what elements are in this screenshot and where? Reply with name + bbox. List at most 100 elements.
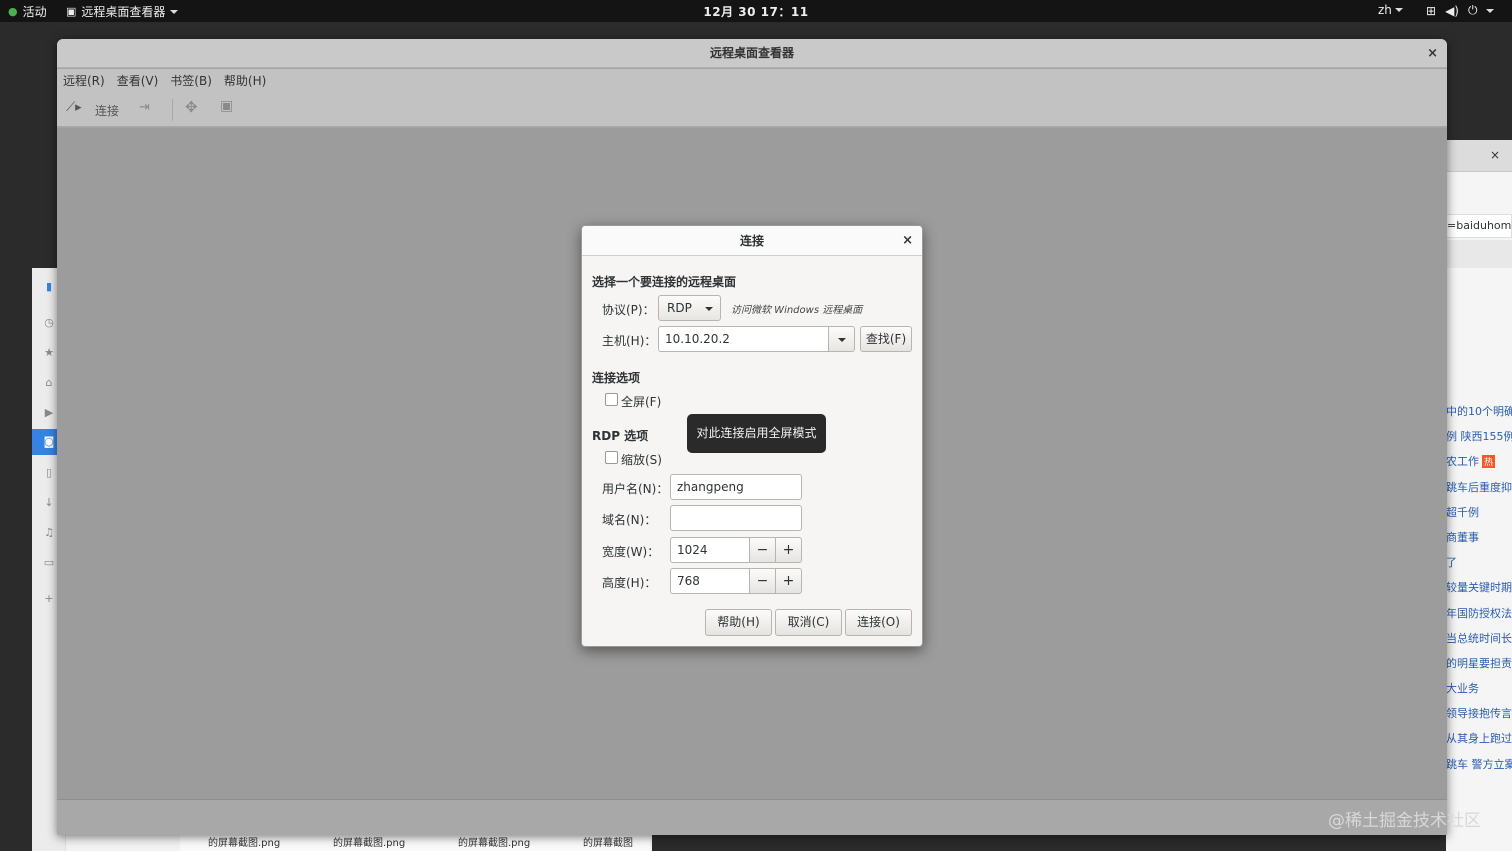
dialog-title: 连接 [739,234,764,248]
window-titlebar: 远程桌面查看器 × [57,39,1447,68]
news-list: 中的10个明确 例 陕西155例 农工作热 跳车后重度抑郁 超千例 商董事 了 … [1446,403,1512,781]
watermark: @稀土掘金技术社区 [1328,811,1481,831]
toolbar: ⟋▸ 连接 ⇥ ✥ ▣ [57,93,1447,127]
news-item[interactable]: 的明星要担责吗 [1446,655,1512,680]
chevron-down-icon [1486,8,1495,13]
news-item[interactable]: 当总统时间长 [1446,630,1512,655]
height-label: 高度(H)： [602,576,657,590]
news-item[interactable]: 较量关键时期 [1446,579,1512,604]
power-icon: ⏻ [1467,3,1478,17]
trash-icon[interactable]: ▭ [42,556,56,570]
host-label: 主机(H)： [602,334,657,348]
file-name[interactable]: 的屏幕截图.png [333,834,405,849]
cancel-button[interactable]: 取消(C) [775,609,842,636]
height-decrement-button[interactable]: − [749,568,776,594]
height-input[interactable]: 768 [670,568,750,594]
width-increment-button[interactable]: + [775,537,802,563]
app-menu[interactable]: ▣ 远程桌面查看器 [66,3,179,20]
news-item[interactable]: 例 陕西155例 [1446,428,1512,453]
rdp-options-heading: RDP 选项 [592,429,649,443]
file-name[interactable]: 的屏幕截图.png [208,834,280,849]
height-increment-button[interactable]: + [775,568,802,594]
add-location-icon[interactable]: + [42,592,56,606]
app-menu-label: 远程桌面查看器 [81,5,166,19]
menu-bar: 远程(R) 查看(V) 书签(B) 帮助(H) [57,69,1447,93]
toolbar-separator [172,99,173,121]
starred-icon[interactable]: ★ [42,346,56,360]
news-item[interactable]: 了 [1446,554,1512,579]
files-app-icon: ▮ [45,280,53,293]
menu-view[interactable]: 查看(V) [111,69,165,93]
close-icon[interactable]: × [902,226,913,256]
fullscreen-icon[interactable]: ✥ [185,98,198,116]
protocol-label: 协议(P)： [602,303,655,317]
connect-button[interactable]: 连接(O) [845,609,912,636]
chevron-down-icon [838,338,846,342]
find-button[interactable]: 查找(F) [860,326,912,352]
width-decrement-button[interactable]: − [749,537,776,563]
activities-label: 活动 [22,5,47,19]
input-language[interactable]: zh [1378,3,1403,17]
menu-bookmarks[interactable]: 书签(B) [164,69,218,93]
width-input[interactable]: 1024 [670,537,750,563]
downloads-icon[interactable]: ↓ [42,496,56,510]
network-icon: ⊞ [1426,3,1437,18]
host-input[interactable]: 10.10.20.2 [658,326,829,352]
language-label: zh [1378,3,1392,17]
news-item[interactable]: 从其身上跑过 [1446,730,1512,755]
news-item[interactable]: 农工作热 [1446,453,1512,478]
domain-label: 域名(N)： [602,513,657,527]
username-input[interactable]: zhangpeng [670,474,802,500]
scale-label[interactable]: 缩放(S) [621,451,662,468]
top-bar: ● 活动 ▣ 远程桌面查看器 12月 30 17：11 zh ⊞ ◀) ⏻ [0,0,1512,22]
browser-url-bar[interactable]: =baiduhome_ [1446,214,1512,238]
scale-checkbox[interactable] [605,451,618,464]
news-item[interactable]: 超千例 [1446,504,1512,529]
screenshot-icon[interactable]: ▣ [220,98,233,114]
browser-close-icon[interactable]: × [1490,148,1500,162]
videos-icon[interactable]: ▶ [42,406,56,420]
home-icon[interactable]: ⌂ [42,376,56,390]
browser-header: × [1446,140,1512,172]
protocol-select[interactable]: RDP [658,295,721,321]
file-name[interactable]: 的屏幕截图.png [458,834,530,849]
recent-icon[interactable]: ◷ [42,316,56,330]
window-title: 远程桌面查看器 [709,46,794,60]
file-name[interactable]: 的屏幕截图 [583,834,633,849]
toolbar-connect-label[interactable]: 连接 [95,102,119,119]
news-item[interactable]: 商董事 [1446,529,1512,554]
chevron-down-icon [1394,8,1403,12]
news-item[interactable]: 领导接抱传言 [1446,705,1512,730]
app-menu-icon: ▣ [66,5,77,18]
fullscreen-label[interactable]: 全屏(F) [621,393,661,410]
close-icon[interactable]: × [1427,39,1438,68]
music-icon[interactable]: ♫ [42,526,56,540]
menu-remote[interactable]: 远程(R) [57,69,111,93]
status-bar [57,799,1447,835]
news-item[interactable]: 跳车 警方立案 [1446,756,1512,781]
system-menu[interactable]: ⊞ ◀) ⏻ [1426,3,1495,18]
dialog-titlebar: 连接 × [582,226,922,256]
browser-band [1446,240,1512,268]
menu-help[interactable]: 帮助(H) [218,69,272,93]
connection-options-heading: 连接选项 [592,371,641,385]
protocol-value: RDP [667,301,692,315]
activities-button[interactable]: ● 活动 [8,3,47,20]
activities-icon: ● [8,5,18,18]
connect-icon[interactable]: ⟋▸ [66,100,82,115]
disconnect-icon[interactable]: ⇥ [139,100,150,115]
width-label: 宽度(W)： [602,545,660,559]
chevron-down-icon [705,307,713,311]
news-item[interactable]: 跳车后重度抑郁 [1446,479,1512,504]
fullscreen-checkbox[interactable] [605,393,618,406]
news-item[interactable]: 中的10个明确 [1446,403,1512,428]
hot-badge: 热 [1482,455,1496,469]
fullscreen-tooltip: 对此连接启用全屏模式 [687,414,826,453]
documents-icon[interactable]: ▯ [42,466,56,480]
domain-input[interactable] [670,505,802,531]
clock[interactable]: 12月 30 17：11 [0,3,1512,20]
news-item[interactable]: 大业务 [1446,680,1512,705]
help-button[interactable]: 帮助(H) [705,609,772,636]
host-history-button[interactable] [828,326,855,352]
news-item[interactable]: 年国防授权法案 [1446,605,1512,630]
